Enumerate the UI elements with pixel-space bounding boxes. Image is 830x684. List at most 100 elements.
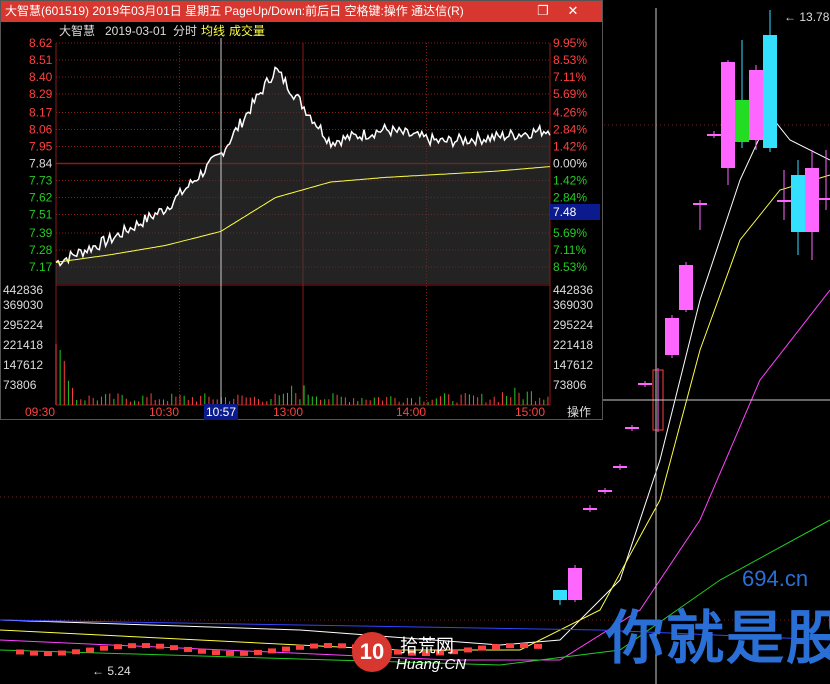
candle-body-small: [464, 647, 472, 653]
percent-tick-label: 5.69%: [553, 226, 587, 240]
candle-body-small: [198, 648, 206, 654]
kline-low-label: ← 5.24: [92, 664, 131, 678]
watermark-logo-text: 拾荒网: [400, 636, 454, 656]
candle-body: [568, 568, 582, 600]
candle-body: [665, 318, 679, 355]
percent-tick-label: 4.26%: [553, 106, 587, 120]
candle-body: [819, 198, 830, 200]
candle-body-small: [478, 645, 486, 651]
candle-body-small: [100, 645, 108, 651]
percent-tick-label: 8.53%: [553, 53, 587, 67]
volume-tick-label-right: 295224: [553, 318, 593, 332]
candle-body-small: [142, 643, 150, 649]
volume-bars: [55, 343, 549, 405]
percent-tick-label: 9.95%: [553, 36, 587, 50]
candle-body-small: [170, 645, 178, 651]
volume-tick-label-left: 221418: [3, 338, 43, 352]
candle-body-small: [114, 644, 122, 650]
volume-tick-label-left: 147612: [3, 358, 43, 372]
price-tick-label: 7.28: [29, 243, 53, 257]
time-tick-label: 15:00: [515, 405, 545, 419]
close-icon[interactable]: ✕: [566, 4, 580, 18]
candle-body-small: [240, 650, 248, 656]
watermark-logo-domain: Huang.CN: [396, 656, 467, 673]
candle-body-small: [296, 644, 304, 650]
kline-high-label: ← 13.78: [784, 10, 830, 24]
price-tick-label: 8.29: [29, 87, 53, 101]
percent-tick-label: 2.84%: [553, 123, 587, 137]
candle-body: [625, 427, 639, 429]
watermark-logo-badge: 10: [352, 632, 392, 672]
candle-body: [749, 70, 763, 140]
volume-tick-label-left: 73806: [3, 378, 37, 392]
candle-body: [613, 466, 627, 468]
price-tick-label: 8.62: [29, 36, 53, 50]
volume-tick-label-left: 442836: [3, 283, 43, 297]
candle-body-small: [128, 643, 136, 649]
time-tick-label: 10:30: [149, 405, 179, 419]
percent-tick-label: 8.53%: [553, 260, 587, 274]
minute-chart-header: 大智慧 2019-03-01 分时 均线 成交量: [59, 23, 265, 38]
operation-button[interactable]: 操作: [557, 404, 601, 420]
avg-line-label[interactable]: 均线: [201, 24, 225, 38]
candle-body-small: [310, 643, 318, 649]
percent-tick-label: 2.84%: [553, 190, 587, 204]
candle-body-small: [506, 643, 514, 649]
candle-body-small: [86, 647, 94, 653]
candle-body: [598, 490, 612, 492]
chart-date: 2019-03-01: [105, 24, 167, 38]
candle-body-small: [184, 646, 192, 652]
percent-tick-label: 1.42%: [553, 173, 587, 187]
candle-body: [763, 35, 777, 148]
percent-tick-label: 5.69%: [553, 87, 587, 101]
candle-body-small: [30, 650, 38, 656]
volume-tick-label-right: 147612: [553, 358, 593, 372]
minute-chart[interactable]: 大智慧 2019-03-01 分时 均线 成交量 8.62 8.51 8.40 8.2…: [1, 22, 602, 420]
candle-body: [777, 200, 791, 202]
price-tick-label: 8.17: [29, 106, 53, 120]
candle-body: [805, 168, 819, 232]
time-tick-label: 09:30: [25, 405, 55, 419]
candle-body-small: [212, 650, 220, 656]
candle-body-small: [72, 649, 80, 655]
candle-body: [791, 175, 805, 232]
candle-body-down: [735, 100, 749, 142]
volume-axis: 442836 442836369030 369030295224 2952242214…: [3, 283, 593, 392]
price-axis-left: 8.62 8.51 8.40 8.29 8.17 8.06 7.95 7.84 7.73 7.62…: [29, 36, 53, 274]
candle-body-small: [268, 648, 276, 654]
candle-body-small: [492, 644, 500, 650]
percent-tick-label: 0.00%: [553, 157, 587, 171]
percent-tick-label: 7.11%: [553, 243, 586, 257]
watermark-slogan: 你就是股神: [606, 606, 830, 671]
volume-tick-label-right: 369030: [553, 298, 593, 312]
candle-body-small: [254, 649, 262, 655]
minute-chart-window[interactable]: 大智慧(601519) 2019年03月01日 星期五 PageUp/Down:…: [0, 0, 603, 420]
restore-icon[interactable]: ❐: [536, 4, 550, 18]
volume-tick-label-right: 221418: [553, 338, 593, 352]
volume-tick-label-right: 73806: [553, 378, 587, 392]
watermark-domain: 694.cn: [742, 566, 809, 591]
candle-body: [638, 383, 652, 385]
window-title: 大智慧(601519) 2019年03月01日 星期五 PageUp/Down:…: [5, 4, 464, 18]
price-tick-label: 7.17: [29, 260, 53, 274]
candle-body-small: [282, 646, 290, 652]
candle-body: [583, 508, 597, 510]
candle-body-small: [520, 643, 528, 649]
candle-body-small: [534, 643, 542, 649]
volume-tick-label-left: 295224: [3, 318, 43, 332]
price-tick-label: 7.73: [29, 173, 53, 187]
cursor-price-readout: 7.48: [550, 204, 600, 220]
price-tick-label: 7.51: [29, 207, 53, 221]
percent-tick-label: 1.42%: [553, 140, 587, 154]
price-tick-label: 8.06: [29, 123, 53, 137]
window-titlebar[interactable]: 大智慧(601519) 2019年03月01日 星期五 PageUp/Down:…: [1, 1, 602, 22]
candle-body: [707, 134, 721, 136]
cursor-time-readout: 10:57: [204, 404, 238, 420]
candle-body-small: [156, 643, 164, 649]
candle-body-small: [44, 650, 52, 656]
candle-body-small: [16, 649, 24, 655]
chart-mode: 分时: [173, 24, 197, 38]
candle-body: [553, 590, 567, 600]
volume-label[interactable]: 成交量: [229, 23, 265, 38]
price-tick-label: 7.62: [29, 190, 53, 204]
